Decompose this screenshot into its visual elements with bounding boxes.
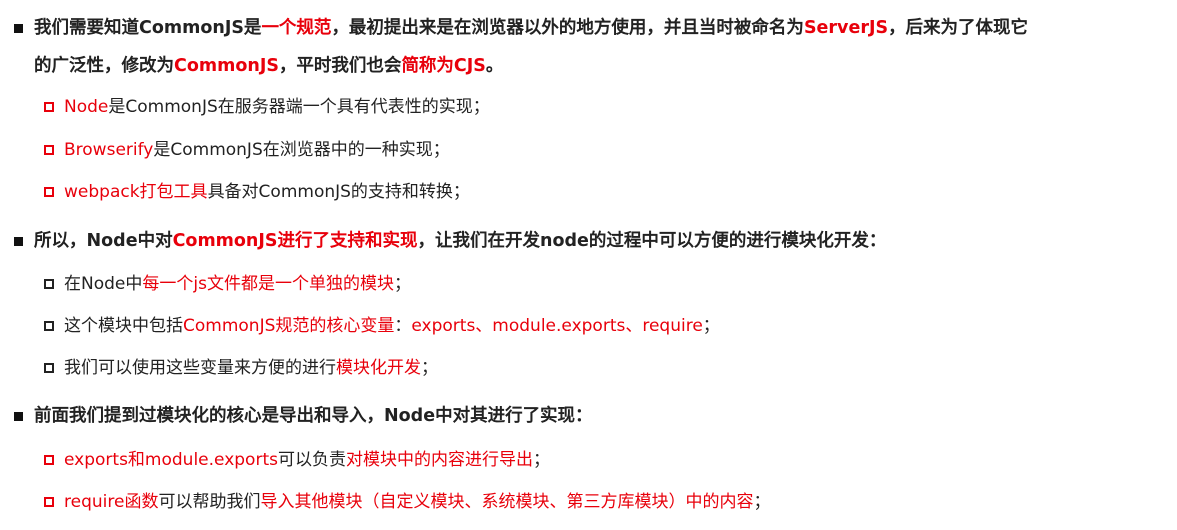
text-run: ； xyxy=(421,358,438,378)
text-run: ； xyxy=(532,450,550,470)
section-3-item-2-square-icon xyxy=(44,497,54,507)
text-run: 可以帮助我们 xyxy=(158,492,261,512)
text-run: 前面我们提到过模块化的核心是导出和导入，Node中对其进行了实现： xyxy=(34,406,593,426)
section-2-item-1-square-icon xyxy=(44,279,54,289)
section-1-item-1-square-icon xyxy=(44,102,54,112)
highlight-text: exports、module.exports、require xyxy=(411,316,703,336)
highlight-text: require函数 xyxy=(64,492,159,512)
highlight-text: ServerJS xyxy=(803,18,889,38)
text-run: ： xyxy=(394,316,412,336)
highlight-text: CommonJS xyxy=(174,56,279,76)
highlight-text: 导入其他模块（自定义模块、系统模块、第三方库模块）中的内容 xyxy=(260,492,754,512)
highlight-text: 一个规范 xyxy=(261,18,332,38)
text-run: 是CommonJS在浏览器中的一种实现； xyxy=(153,140,450,160)
text-run: ，后来为了体现它 xyxy=(888,18,1029,38)
text-run: 这个模块中包括 xyxy=(64,316,183,336)
text-run: 我们可以使用这些变量来方便的进行 xyxy=(64,358,336,378)
section-1-item-3-square-icon xyxy=(44,187,54,197)
section-1-bullet-icon xyxy=(14,24,23,33)
section-3-bullet-icon xyxy=(14,412,23,421)
section-2-item-2: 这个模块中包括CommonJS规范的核心变量：exports、module.ex… xyxy=(64,313,720,339)
text-run: 我们需要知道CommonJS是 xyxy=(34,18,262,38)
text-run: ； xyxy=(753,492,771,512)
highlight-text: 简称为CJS xyxy=(401,56,486,76)
highlight-text: Node xyxy=(64,97,109,117)
text-run: ； xyxy=(702,316,720,336)
highlight-text: 模块化开发 xyxy=(336,358,421,378)
text-run: 是CommonJS在服务器端一个具有代表性的实现； xyxy=(108,97,490,117)
highlight-text: webpack打包工具 xyxy=(64,182,208,202)
text-run: 可以负责 xyxy=(277,450,346,470)
section-2-item-3: 我们可以使用这些变量来方便的进行模块化开发； xyxy=(64,355,438,381)
section-3-item-1-square-icon xyxy=(44,455,54,465)
text-run: 具备对CommonJS的支持和转换； xyxy=(207,182,470,202)
text-run: ； xyxy=(393,274,411,294)
section-3-heading: 前面我们提到过模块化的核心是导出和导入，Node中对其进行了实现： xyxy=(34,403,593,429)
section-1-item-3: webpack打包工具具备对CommonJS的支持和转换； xyxy=(64,179,470,205)
highlight-text: exports和module.exports xyxy=(64,450,278,470)
text-run: 的广泛性，修改为 xyxy=(34,56,174,76)
text-run: 在Node中 xyxy=(64,274,143,294)
text-run: ，让我们在开发node的过程中可以方便的进行模块化开发： xyxy=(417,231,887,251)
section-1-heading-line-1: 我们需要知道CommonJS是一个规范，最初提出来是在浏览器以外的地方使用，并且… xyxy=(34,15,1028,41)
highlight-text: Browserify xyxy=(64,140,154,160)
text-run: ，平时我们也会 xyxy=(278,56,402,76)
section-1-item-2: Browserify是CommonJS在浏览器中的一种实现； xyxy=(64,137,450,163)
section-1-item-1: Node是CommonJS在服务器端一个具有代表性的实现； xyxy=(64,94,490,120)
section-2-heading: 所以，Node中对CommonJS进行了支持和实现，让我们在开发node的过程中… xyxy=(34,228,886,254)
section-2-bullet-icon xyxy=(14,237,23,246)
highlight-text: CommonJS进行了支持和实现 xyxy=(172,231,418,251)
text-run: ，最初提出来是在浏览器以外的地方使用，并且当时被命名为 xyxy=(331,18,804,38)
section-2-item-3-square-icon xyxy=(44,363,54,373)
highlight-text: 每一个js文件都是一个单独的模块 xyxy=(142,274,394,294)
text-run: 所以，Node中对 xyxy=(34,231,173,251)
section-1-item-2-square-icon xyxy=(44,145,54,155)
highlight-text: 对模块中的内容进行导出 xyxy=(345,450,533,470)
section-1-heading-line-2: 的广泛性，修改为CommonJS，平时我们也会简称为CJS。 xyxy=(34,53,503,79)
text-run: 。 xyxy=(485,56,504,76)
section-2-item-1: 在Node中每一个js文件都是一个单独的模块； xyxy=(64,271,411,297)
section-3-item-1: exports和module.exports可以负责对模块中的内容进行导出； xyxy=(64,447,550,473)
highlight-text: CommonJS规范的核心变量 xyxy=(183,316,395,336)
section-3-item-2: require函数可以帮助我们导入其他模块（自定义模块、系统模块、第三方库模块）… xyxy=(64,489,770,515)
section-2-item-2-square-icon xyxy=(44,321,54,331)
